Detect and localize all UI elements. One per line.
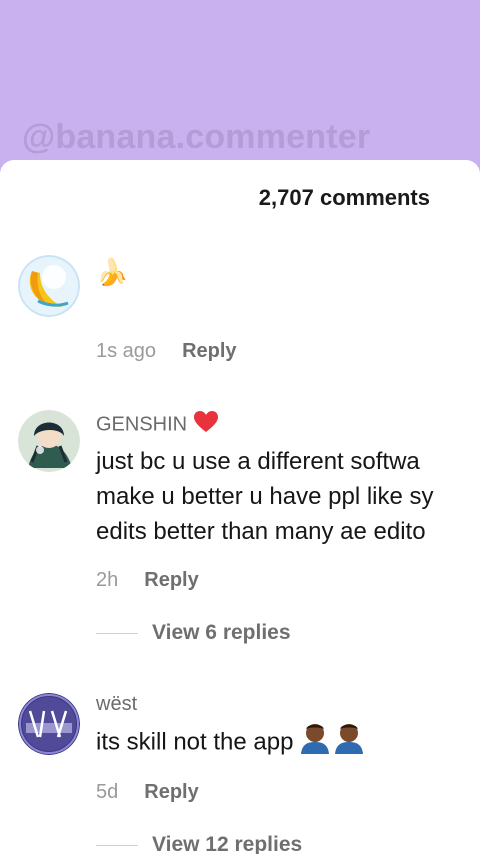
- username-text: GENSHIN: [96, 413, 188, 436]
- divider: [96, 844, 138, 846]
- comments-count: 2,707 comments: [258, 185, 430, 210]
- comment-text-line: just bc u use a different softwa: [96, 448, 420, 475]
- comment-time: 5d: [96, 781, 119, 803]
- comments-sheet: 2,707 comments 🍌 1s ago Reply GENSHIN ju…: [0, 160, 480, 854]
- comment-text-content: its skill not the app: [96, 728, 294, 756]
- comment-time: 1s ago: [96, 340, 157, 362]
- person-emoji: [300, 722, 330, 764]
- heart-icon: [193, 410, 219, 440]
- person-emoji: [334, 722, 364, 764]
- comment-text-line: make u better u have ppl like sy: [96, 483, 434, 510]
- comment-text-line: edits better than many ae edito: [96, 518, 426, 545]
- watermark-username: @banana.commenter: [22, 118, 371, 156]
- comment-username[interactable]: wëst: [96, 693, 480, 716]
- comment-username[interactable]: GENSHIN: [96, 410, 480, 440]
- comment-meta: 1s ago Reply: [96, 340, 237, 363]
- view-replies-button[interactable]: View 12 replies: [96, 833, 302, 854]
- comment-text: its skill not the app: [96, 722, 480, 764]
- reply-button[interactable]: Reply: [144, 569, 198, 591]
- comment-meta: 5d Reply: [96, 781, 199, 804]
- view-replies-label: View 12 replies: [152, 833, 303, 854]
- comment-time: 2h: [96, 569, 119, 591]
- view-replies-label: View 6 replies: [152, 621, 291, 644]
- reply-button[interactable]: Reply: [182, 340, 236, 362]
- avatar[interactable]: [18, 410, 80, 472]
- reply-button[interactable]: Reply: [144, 781, 198, 803]
- comment-meta: 2h Reply: [96, 569, 199, 592]
- view-replies-button[interactable]: View 6 replies: [96, 621, 291, 645]
- avatar[interactable]: [18, 693, 80, 755]
- comment-text: 🍌: [96, 257, 129, 287]
- avatar[interactable]: [18, 255, 80, 317]
- divider: [96, 632, 138, 634]
